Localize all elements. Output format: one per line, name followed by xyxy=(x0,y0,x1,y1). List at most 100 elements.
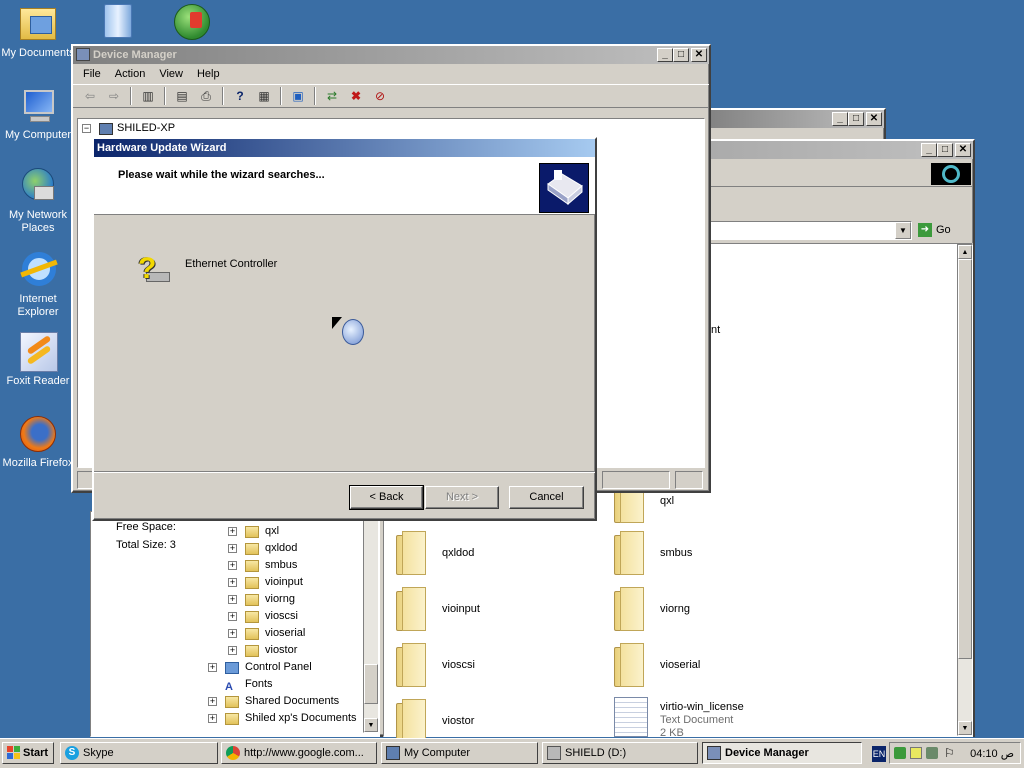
minimize-button[interactable]: _ xyxy=(832,112,848,126)
expand-icon[interactable]: + xyxy=(228,595,237,604)
folder-icon[interactable] xyxy=(610,587,650,633)
task-my-computer[interactable]: My Computer xyxy=(381,742,538,764)
start-button[interactable]: Start xyxy=(2,742,54,764)
file-item-label[interactable]: viostor xyxy=(442,715,474,727)
forward-arrow-icon[interactable]: ⇨ xyxy=(103,86,125,106)
tree-item[interactable]: + Shiled xp's Documents xyxy=(208,710,357,727)
minimize-button[interactable]: _ xyxy=(657,48,673,62)
address-input[interactable]: ▼ xyxy=(708,221,912,240)
chevron-down-icon[interactable]: ▼ xyxy=(895,222,911,239)
cancel-button[interactable]: Cancel xyxy=(509,486,584,509)
file-list-scrollbar[interactable]: ▲ ▼ xyxy=(957,244,973,736)
back-arrow-icon[interactable]: ⇦ xyxy=(79,86,101,106)
update-driver-icon[interactable]: ⇄ xyxy=(321,86,343,106)
tree-scrollbar[interactable]: ▼ xyxy=(363,513,379,733)
tree-item[interactable]: + vioinput xyxy=(228,574,303,591)
properties-icon[interactable]: ▤ xyxy=(171,86,193,106)
file-item-label[interactable]: qxl xyxy=(660,495,674,507)
security-icon[interactable] xyxy=(894,747,906,759)
task-browser[interactable]: http://www.google.com... xyxy=(221,742,377,764)
menu-file[interactable]: File xyxy=(77,68,109,80)
folder-icon xyxy=(245,542,259,555)
close-button[interactable]: ✕ xyxy=(955,143,971,157)
print-icon[interactable]: ⎙ xyxy=(195,86,217,106)
folder-icon[interactable] xyxy=(610,531,650,577)
scroll-thumb[interactable] xyxy=(958,259,972,659)
desktop-icon-my-documents[interactable]: My Documents xyxy=(0,4,76,60)
tree-item[interactable]: + viorng xyxy=(228,591,295,608)
next-button[interactable]: Next > xyxy=(425,486,499,509)
back-button[interactable]: < Back xyxy=(349,485,424,510)
menu-view[interactable]: View xyxy=(153,68,191,80)
tree-item[interactable]: + Shared Documents xyxy=(208,693,339,710)
desktop-icon-foxit-reader[interactable]: Foxit Reader xyxy=(0,332,76,388)
scroll-down-button[interactable]: ▼ xyxy=(364,718,378,732)
task-shield-drive[interactable]: SHIELD (D:) xyxy=(542,742,698,764)
tree-item[interactable]: + vioscsi xyxy=(228,608,298,625)
folder-icon[interactable] xyxy=(392,643,432,689)
go-button[interactable]: ➜ Go xyxy=(918,221,962,240)
file-item-label[interactable]: vioscsi xyxy=(442,659,475,671)
expand-icon[interactable]: + xyxy=(228,629,237,638)
minimize-button[interactable]: _ xyxy=(921,143,937,157)
desktop-icon-my-network-places[interactable]: My Network Places xyxy=(0,166,76,235)
file-item-label[interactable]: viorng xyxy=(660,603,690,615)
help-icon[interactable]: ? xyxy=(229,86,251,106)
expand-icon[interactable]: + xyxy=(228,544,237,553)
maximize-button[interactable]: □ xyxy=(673,48,689,62)
desktop-icon-my-computer[interactable]: My Computer xyxy=(0,86,76,142)
language-indicator[interactable]: EN xyxy=(872,746,886,762)
show-hide-tree-icon[interactable]: ▥ xyxy=(137,86,159,106)
expand-icon[interactable]: + xyxy=(228,646,237,655)
menu-help[interactable]: Help xyxy=(191,68,228,80)
tree-item[interactable]: + smbus xyxy=(228,557,297,574)
file-item-label[interactable]: qxldod xyxy=(442,547,474,559)
maximize-button[interactable]: □ xyxy=(937,143,953,157)
desktop-icon-mozilla-firefox[interactable]: Mozilla Firefox xyxy=(0,414,76,470)
file-item-label[interactable]: vioserial xyxy=(660,659,700,671)
expand-icon[interactable]: + xyxy=(208,697,217,706)
collapse-icon[interactable]: − xyxy=(82,124,91,133)
folder-icon[interactable] xyxy=(392,531,432,577)
expand-icon[interactable]: + xyxy=(208,663,217,672)
flag-icon[interactable]: ⚐ xyxy=(944,746,955,760)
tree-item[interactable]: + qxl xyxy=(228,523,279,540)
close-button[interactable]: ✕ xyxy=(866,112,882,126)
scan-hardware-icon[interactable]: ▣ xyxy=(287,86,309,106)
scroll-up-button[interactable]: ▲ xyxy=(958,245,972,259)
tree-item[interactable]: + viostor xyxy=(228,642,297,659)
folder-icon xyxy=(225,712,239,725)
expand-icon[interactable]: + xyxy=(228,561,237,570)
folder-icon xyxy=(245,593,259,606)
close-button[interactable]: ✕ xyxy=(691,48,707,62)
tree-root[interactable]: − SHILED-XP xyxy=(82,120,175,137)
safely-remove-icon[interactable] xyxy=(926,747,938,759)
task-device-manager[interactable]: Device Manager xyxy=(702,742,862,764)
folder-icon[interactable] xyxy=(392,587,432,633)
tree-item[interactable]: +AFonts xyxy=(208,676,273,693)
network-icon[interactable] xyxy=(910,747,922,759)
tree-item[interactable]: + vioserial xyxy=(228,625,305,642)
tree-item[interactable]: + qxldod xyxy=(228,540,297,557)
file-item-label[interactable]: smbus xyxy=(660,547,692,559)
uninstall-icon[interactable]: ✖ xyxy=(345,86,367,106)
download-manager-icon[interactable] xyxy=(172,2,212,42)
expand-icon[interactable]: + xyxy=(228,527,237,536)
tree-item[interactable]: + Control Panel xyxy=(208,659,312,676)
file-item-label[interactable]: vioinput xyxy=(442,603,480,615)
desktop-icon-internet-explorer[interactable]: Internet Explorer xyxy=(0,250,76,319)
expand-icon[interactable]: + xyxy=(208,714,217,723)
console-tree-icon[interactable]: ▦ xyxy=(253,86,275,106)
expand-icon[interactable]: + xyxy=(228,578,237,587)
expand-icon[interactable]: + xyxy=(228,612,237,621)
start-label: Start xyxy=(23,747,49,759)
maximize-button[interactable]: □ xyxy=(848,112,864,126)
task-skype[interactable]: S Skype xyxy=(60,742,218,764)
recycle-bin-icon[interactable] xyxy=(98,2,138,42)
menu-action[interactable]: Action xyxy=(109,68,154,80)
scroll-thumb[interactable] xyxy=(364,664,378,704)
text-document-icon[interactable] xyxy=(614,697,648,737)
disable-device-icon[interactable]: ⊘ xyxy=(369,86,391,106)
folder-icon[interactable] xyxy=(610,643,650,689)
scroll-down-button[interactable]: ▼ xyxy=(958,721,972,735)
